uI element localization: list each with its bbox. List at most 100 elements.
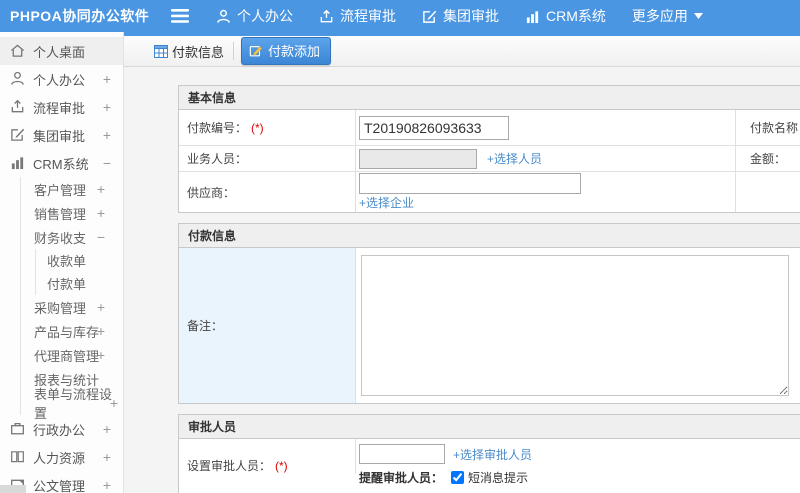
edit-square-icon bbox=[422, 9, 443, 24]
expand-icon[interactable]: + bbox=[103, 71, 111, 87]
supplier-input[interactable] bbox=[359, 173, 581, 194]
nav-crm[interactable]: CRM系统 bbox=[525, 6, 606, 26]
sms-remind-checkbox[interactable] bbox=[451, 471, 465, 484]
finance-submenu: 收款单 付款单 bbox=[35, 249, 123, 295]
edit-square-icon bbox=[10, 127, 26, 143]
sidebar-item-label: 销售管理 bbox=[34, 206, 87, 222]
home-icon bbox=[10, 43, 26, 59]
sidebar-item-label: 代理商管理 bbox=[34, 348, 100, 364]
approver-input[interactable] bbox=[359, 444, 445, 464]
sidebar-item-personal-desktop[interactable]: 个人桌面 bbox=[0, 37, 123, 65]
remark-textarea[interactable] bbox=[361, 255, 789, 396]
sidebar-scroll-corner bbox=[0, 485, 26, 493]
sidebar-item-hr[interactable]: 人力资源 + bbox=[0, 443, 123, 471]
select-staff-link[interactable]: +选择人员 bbox=[487, 150, 542, 167]
sidebar-item-label: 集团审批 bbox=[33, 128, 86, 144]
select-company-link[interactable]: +选择企业 bbox=[359, 194, 414, 211]
collapse-icon[interactable]: − bbox=[97, 229, 105, 245]
row-remark: 备注： bbox=[179, 248, 800, 403]
app-logo: PHPOA协同办公软件 bbox=[10, 8, 150, 24]
crm-submenu: 客户管理 + 销售管理 + 财务收支 − 收款单 付款单 采购管理 + 产品与库… bbox=[20, 177, 123, 421]
supplier-extra-label bbox=[736, 172, 800, 212]
person-icon bbox=[10, 71, 26, 87]
sidebar-item-purchase-mgmt[interactable]: 采购管理 + bbox=[21, 295, 123, 319]
sidebar-item-label: 采购管理 bbox=[34, 300, 87, 316]
sidebar-item-sales-mgmt[interactable]: 销售管理 + bbox=[21, 201, 123, 225]
tab-payment-add[interactable]: 付款添加 bbox=[241, 37, 332, 65]
staff-input[interactable] bbox=[359, 148, 477, 169]
section-header-payment: 付款信息 bbox=[179, 224, 800, 248]
expand-icon[interactable]: + bbox=[97, 299, 105, 315]
section-header-basic: 基本信息 bbox=[179, 86, 800, 110]
tab-strip: 付款信息 付款添加 bbox=[124, 36, 800, 67]
sidebar-item-crm[interactable]: CRM系统 − bbox=[0, 149, 123, 177]
topbar: PHPOA协同办公软件 个人办公 流程审批 集团审批 CRM系统 更多应用 bbox=[0, 0, 800, 32]
sidebar-item-label: 客户管理 bbox=[34, 182, 87, 198]
payment-info-table: 付款信息 备注： bbox=[178, 223, 800, 404]
sidebar-item-label: 付款单 bbox=[47, 277, 87, 292]
nav-label: 集团审批 bbox=[443, 8, 499, 24]
hamburger-menu-icon[interactable] bbox=[162, 9, 198, 23]
payment-name-label: 付款名称：(*) bbox=[736, 110, 800, 145]
tab-payment-list[interactable]: 付款信息 bbox=[154, 39, 230, 64]
sidebar-item-label: 个人桌面 bbox=[33, 44, 86, 60]
sidebar-item-label: 流程审批 bbox=[33, 100, 86, 116]
nav-group-approval[interactable]: 集团审批 bbox=[422, 6, 499, 26]
payment-form: 基本信息 付款编号：(*) 付款名称：(*) 业务人员： +选择人员 bbox=[178, 85, 800, 493]
expand-icon[interactable]: + bbox=[103, 477, 111, 493]
sidebar-item-personal-office[interactable]: 个人办公 + bbox=[0, 65, 123, 93]
payment-no-input[interactable] bbox=[359, 115, 509, 140]
sms-remind-label: 短消息提示 bbox=[468, 471, 529, 485]
sidebar-item-workflow-approval[interactable]: 流程审批 + bbox=[0, 93, 123, 121]
sidebar-item-receipt-order[interactable]: 收款单 bbox=[36, 249, 123, 272]
select-approver-link[interactable]: +选择审批人员 bbox=[453, 446, 532, 463]
nav-label: CRM系统 bbox=[546, 8, 606, 24]
sidebar-item-customer-mgmt[interactable]: 客户管理 + bbox=[21, 177, 123, 201]
basic-info-table: 基本信息 付款编号：(*) 付款名称：(*) 业务人员： +选择人员 bbox=[178, 85, 800, 213]
nav-label: 个人办公 bbox=[237, 8, 293, 24]
nav-more-apps[interactable]: 更多应用 bbox=[632, 6, 709, 26]
approval-table: 审批人员 设置审批人员：(*) +选择审批人员 提醒审批人员： 短消息提示 注： bbox=[178, 414, 800, 493]
tab-label: 付款信息 bbox=[172, 44, 225, 60]
supplier-label: 供应商： bbox=[179, 172, 356, 212]
nav-personal-office[interactable]: 个人办公 bbox=[216, 6, 293, 26]
expand-icon[interactable]: + bbox=[97, 323, 105, 339]
sidebar-item-label: 收款单 bbox=[47, 254, 87, 269]
required-mark: (*) bbox=[275, 458, 288, 473]
edit-add-icon bbox=[249, 44, 268, 58]
sidebar-item-product-inventory[interactable]: 产品与库存 + bbox=[21, 319, 123, 343]
sidebar-item-payment-order[interactable]: 付款单 bbox=[36, 272, 123, 295]
person-icon bbox=[216, 9, 237, 24]
expand-icon[interactable]: + bbox=[103, 421, 111, 437]
sidebar-item-finance[interactable]: 财务收支 − bbox=[21, 225, 123, 249]
sidebar-item-agent-mgmt[interactable]: 代理商管理 + bbox=[21, 343, 123, 367]
remark-label: 备注： bbox=[179, 248, 356, 403]
sidebar-item-label: 行政办公 bbox=[33, 422, 86, 438]
expand-icon[interactable]: + bbox=[103, 449, 111, 465]
sidebar: 个人桌面 个人办公 + 流程审批 + 集团审批 + CRM系统 − 客户管理 +… bbox=[0, 32, 124, 493]
sidebar-item-label: 产品与库存 bbox=[34, 324, 100, 340]
expand-icon[interactable]: + bbox=[110, 395, 118, 411]
row-staff: 业务人员： +选择人员 金额： bbox=[179, 146, 800, 172]
set-approver-label: 设置审批人员： (*) bbox=[179, 439, 356, 474]
row-approver: 设置审批人员：(*) +选择审批人员 提醒审批人员： 短消息提示 注：流程第一步… bbox=[179, 439, 800, 493]
amount-label: 金额： bbox=[736, 146, 800, 171]
expand-icon[interactable]: + bbox=[97, 347, 105, 363]
collapse-icon[interactable]: − bbox=[103, 155, 111, 171]
section-header-approval: 审批人员 bbox=[179, 415, 800, 439]
sidebar-item-label: 人力资源 bbox=[33, 450, 86, 466]
sidebar-item-form-workflow-settings[interactable]: 表单与流程设置 + bbox=[21, 387, 123, 421]
bar-chart-icon bbox=[525, 9, 546, 24]
tab-separator bbox=[233, 42, 235, 60]
sidebar-item-admin-office[interactable]: 行政办公 + bbox=[0, 415, 123, 443]
payment-no-label: 付款编号： (*) bbox=[179, 110, 356, 145]
expand-icon[interactable]: + bbox=[103, 99, 111, 115]
expand-icon[interactable]: + bbox=[103, 127, 111, 143]
book-icon bbox=[10, 449, 26, 465]
nav-workflow-approval[interactable]: 流程审批 bbox=[319, 6, 396, 26]
sidebar-item-group-approval[interactable]: 集团审批 + bbox=[0, 121, 123, 149]
bar-chart-icon bbox=[10, 155, 26, 171]
expand-icon[interactable]: + bbox=[97, 181, 105, 197]
expand-icon[interactable]: + bbox=[97, 205, 105, 221]
main-content: 付款信息 付款添加 基本信息 付款编号：(*) 付款名称：(*) bbox=[124, 32, 800, 493]
